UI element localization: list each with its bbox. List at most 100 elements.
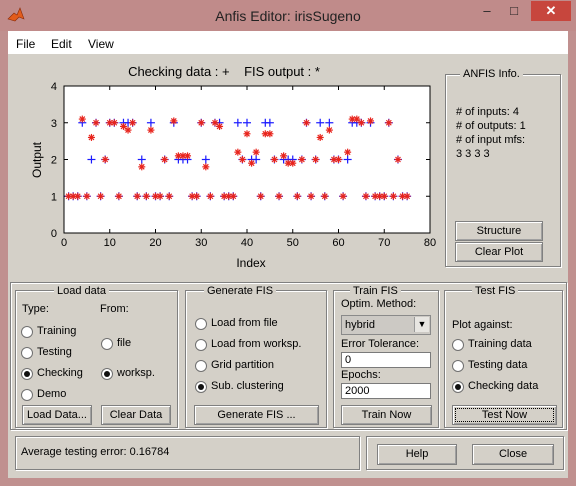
error-tolerance-label: Error Tolerance: (341, 338, 420, 350)
maximize-button[interactable]: □ (501, 1, 527, 21)
fis-output-point (87, 133, 95, 141)
fis-output-point (339, 192, 347, 200)
menu-file[interactable]: File (16, 37, 35, 51)
optim-method-select[interactable]: hybrid ▼ (341, 315, 431, 335)
fis-output-point (74, 192, 82, 200)
fis-output-point (270, 156, 278, 163)
fis-output-point (119, 122, 127, 130)
x-axis-label: Index (236, 256, 265, 270)
fis-output-point (234, 148, 242, 156)
radio-training[interactable] (21, 326, 33, 338)
radio-training-label: Training (37, 325, 77, 337)
train-fis-title: Train FIS (350, 285, 401, 297)
fis-output-point (394, 156, 402, 163)
status-text: Average testing error: 0.16784 (21, 446, 170, 458)
fis-output-point (138, 163, 146, 171)
epochs-label: Epochs: (341, 369, 381, 381)
fis-output-point (170, 117, 178, 125)
close-button[interactable]: Close (472, 444, 554, 465)
optim-method-value: hybrid (345, 319, 375, 331)
radio-grid-partition[interactable] (195, 360, 207, 372)
test-now-button[interactable]: Test Now (452, 405, 557, 425)
plot-title-fis: FIS output : * (244, 64, 320, 79)
radio-testing-data[interactable] (452, 360, 464, 372)
fis-output-point (252, 148, 260, 156)
fis-output-point (275, 192, 283, 200)
radio-grid-partition-label: Grid partition (211, 359, 274, 371)
fis-output-point (110, 119, 118, 127)
scatter-plot: 0 10 20 30 40 50 60 70 80 0 1 2 3 4 Index Output (30, 81, 436, 270)
radio-file-label: file (117, 337, 132, 349)
fis-output-point (335, 156, 342, 163)
structure-button[interactable]: Structure (455, 221, 543, 241)
fis-output-point (344, 148, 352, 156)
fis-output-point (165, 192, 173, 200)
fis-output-point (133, 192, 141, 200)
info-outputs: # of outputs: 1 (456, 120, 526, 132)
plot-area (63, 85, 431, 234)
radio-training-data-label: Training data (468, 338, 532, 350)
fis-output-point (289, 159, 297, 167)
fis-output-point (184, 152, 192, 160)
fis-output-point (92, 119, 100, 127)
x-tick-label: 60 (332, 237, 344, 249)
fis-output-point (229, 192, 237, 200)
generate-fis-button[interactable]: Generate FIS ... (194, 405, 319, 425)
fis-output-point (83, 192, 91, 200)
y-axis-label: Output (30, 141, 44, 178)
fis-output-point (362, 192, 370, 200)
x-tick-label: 10 (104, 237, 116, 249)
fis-output-point (78, 115, 86, 123)
fis-output-point (266, 130, 274, 138)
fis-output-point (115, 192, 123, 200)
radio-checking-data[interactable] (452, 381, 464, 393)
optim-method-label: Optim. Method: (341, 298, 417, 310)
radio-training-data[interactable] (452, 339, 464, 351)
y-tick-label: 0 (51, 228, 57, 240)
load-data-title: Load data (54, 285, 109, 297)
fis-output-point (211, 119, 219, 127)
load-data-button[interactable]: Load Data... (22, 405, 92, 425)
fis-output-point (307, 192, 315, 200)
fis-output-point (312, 156, 320, 163)
fis-output-point (147, 126, 155, 134)
menu-view[interactable]: View (88, 37, 114, 51)
chevron-down-icon[interactable]: ▼ (414, 317, 429, 332)
train-now-button[interactable]: Train Now (341, 405, 432, 425)
radio-file[interactable] (101, 338, 113, 350)
radio-demo[interactable] (21, 389, 33, 401)
info-inputs: # of inputs: 4 (456, 106, 519, 118)
radio-sub-clustering[interactable] (195, 381, 207, 393)
fis-output-point (248, 159, 256, 167)
error-tolerance-input[interactable]: 0 (341, 352, 431, 368)
minimize-button[interactable]: – (474, 1, 500, 21)
help-button[interactable]: Help (377, 444, 457, 465)
x-tick-label: 0 (61, 237, 67, 249)
fis-output-point (216, 122, 224, 130)
fis-output-point (202, 163, 210, 171)
radio-checking-data-label: Checking data (468, 380, 539, 392)
x-tick-label: 30 (195, 237, 207, 249)
radio-testing-label: Testing (37, 346, 72, 358)
radio-worksp[interactable] (101, 368, 113, 380)
radio-load-from-worksp[interactable] (195, 339, 207, 351)
radio-load-from-file-label: Load from file (211, 317, 278, 329)
radio-worksp-label: worksp. (117, 367, 155, 379)
clear-plot-button[interactable]: Clear Plot (455, 242, 543, 262)
radio-load-from-file[interactable] (195, 318, 207, 330)
epochs-input[interactable]: 2000 (341, 383, 431, 399)
close-window-button[interactable]: ✕ (531, 1, 571, 21)
from-label: From: (100, 303, 129, 315)
fis-output-point (325, 126, 333, 134)
fis-output-point (385, 119, 393, 127)
clear-data-button[interactable]: Clear Data (101, 405, 171, 425)
radio-testing[interactable] (21, 347, 33, 359)
menu-edit[interactable]: Edit (51, 37, 72, 51)
radio-checking[interactable] (21, 368, 33, 380)
fis-output-point (321, 192, 329, 200)
fis-output-point (367, 117, 375, 125)
radio-testing-data-label: Testing data (468, 359, 528, 371)
radio-sub-clustering-label: Sub. clustering (211, 380, 284, 392)
test-fis-title: Test FIS (472, 285, 519, 297)
y-tick-label: 1 (51, 191, 57, 203)
